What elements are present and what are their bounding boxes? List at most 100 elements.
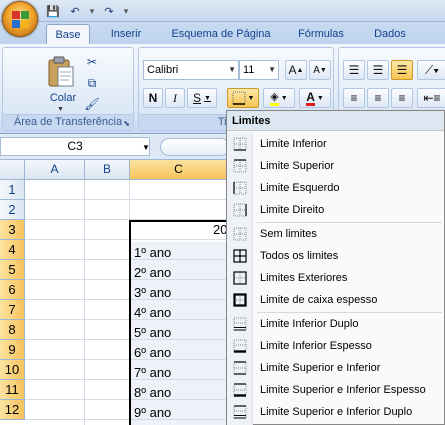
align-bottom-icon[interactable]: ☰ [391,60,413,80]
border-bottom-icon [233,137,247,151]
orientation-icon[interactable]: ⟋▾ [417,60,445,80]
row-header-3[interactable]: 3 [0,220,25,240]
undo-dropdown-icon[interactable]: ▾ [88,3,96,19]
fill-color-icon[interactable]: ◈ ▼ [263,88,295,108]
tab-dados[interactable]: Dados [362,24,418,44]
align-middle-icon[interactable]: ☰ [367,60,389,80]
cell-c8[interactable]: 5º ano [134,323,171,343]
cell-c6[interactable]: 3º ano [134,283,171,303]
cell-c11[interactable]: 8º ano [134,383,171,403]
format-painter-icon[interactable]: 🖌 [83,96,101,112]
tab-formulas[interactable]: Fórmulas [290,24,352,44]
align-center-icon[interactable]: ≡ [367,88,389,108]
menu-item-limite-superior-inferior[interactable]: Limite Superior e Inferior [227,357,444,379]
no-border-icon [233,227,247,241]
paste-button[interactable]: Colar ▼ [41,54,85,116]
cut-icon[interactable]: ✂ [83,54,101,70]
font-name-value: Calibri [147,64,179,76]
menu-item-label: Limite Superior e Inferior [260,362,381,374]
paste-dropdown-icon[interactable]: ▼ [57,106,64,113]
clipboard-group: Colar ▼ ✂ ⧉ 🖌 Área de Transferência ⬊ [2,47,134,131]
menu-item-limite-superior-inferior-espesso[interactable]: Limite Superior e Inferior Espesso [227,379,444,401]
save-icon[interactable]: 💾 [44,3,62,19]
menu-item-label: Limite Inferior Espesso [260,340,372,352]
row-header-7[interactable]: 7 [0,300,25,320]
select-all-corner[interactable] [0,160,25,180]
row-header-6[interactable]: 6 [0,280,25,300]
thick-box-border-icon [233,293,247,307]
cell-c9[interactable]: 6º ano [134,343,171,363]
menu-item-limite-direito[interactable]: Limite Direito [227,199,444,221]
menu-item-label: Limite Inferior [260,138,327,150]
row-header-4[interactable]: 4 [0,240,25,260]
row-header-10[interactable]: 10 [0,360,25,380]
cell-c5[interactable]: 2º ano [134,263,171,283]
column-header-b[interactable]: B [85,160,130,180]
cell-c7[interactable]: 4º ano [134,303,171,323]
menu-item-limites-exteriores[interactable]: Limites Exteriores [227,267,444,289]
menu-item-limite-caixa-espesso[interactable]: Limite de caixa espesso [227,289,444,311]
ribbon-tabs: Base Inserir Esquema de Página Fórmulas … [0,22,445,44]
border-top-icon [233,159,247,173]
formula-bar-handle[interactable] [160,138,230,156]
italic-icon[interactable]: I [165,88,185,108]
underline-icon[interactable]: S ▼ [187,88,217,108]
tab-esquema-de-pagina[interactable]: Esquema de Página [160,24,282,44]
row-header-1[interactable]: 1 [0,180,25,200]
row-header-12[interactable]: 12 [0,400,25,420]
office-button[interactable] [2,1,38,37]
bold-icon[interactable]: N [143,88,163,108]
align-top-icon[interactable]: ☰ [343,60,365,80]
clipboard-launcher-icon[interactable]: ⬊ [123,119,130,128]
menu-item-limite-inferior-duplo[interactable]: Limite Inferior Duplo [227,313,444,335]
menu-item-limite-inferior[interactable]: Limite Inferior [227,133,444,155]
row-header-11[interactable]: 11 [0,380,25,400]
thick-bottom-border-icon [233,339,247,353]
column-header-c[interactable]: C [130,160,228,180]
tab-base[interactable]: Base [46,24,90,44]
borders-dropdown-icon[interactable]: ▼ [248,95,255,102]
font-size-dropdown-icon[interactable]: ▼ [268,61,276,79]
tab-inserir[interactable]: Inserir [100,24,152,44]
font-color-icon[interactable]: A ▼ [299,88,331,108]
border-left-icon [233,181,247,195]
top-bottom-border-icon [233,361,247,375]
all-borders-icon [233,249,247,263]
font-name-combo[interactable]: Calibri ▼ [143,60,239,80]
menu-item-limite-superior-inferior-duplo[interactable]: Limite Superior e Inferior Duplo [227,401,444,423]
redo-icon[interactable]: ↷ [100,3,118,19]
name-box-dropdown-icon[interactable]: ▼ [142,143,150,152]
menu-item-todos-os-limites[interactable]: Todos os limites [227,245,444,267]
menu-item-label: Todos os limites [260,250,339,262]
cell-c10[interactable]: 7º ano [134,363,171,383]
row-header-8[interactable]: 8 [0,320,25,340]
borders-button[interactable]: ▼ [227,88,259,108]
menu-item-label: Limite Direito [260,204,325,216]
border-right-icon [233,203,247,217]
cell-c12[interactable]: 9º ano [134,403,171,423]
row-header-9[interactable]: 9 [0,340,25,360]
align-right-icon[interactable]: ≡ [391,88,413,108]
title-bar: 💾 ↶ ▾ ↷ ▾ [0,0,445,22]
menu-item-label: Limites Exteriores [260,272,348,284]
menu-item-limite-esquerdo[interactable]: Limite Esquerdo [227,177,444,199]
column-header-a[interactable]: A [25,160,85,180]
row-header-2[interactable]: 2 [0,200,25,220]
row-header-5[interactable]: 5 [0,260,25,280]
clipboard-icon [48,56,74,87]
decrease-indent-icon[interactable]: ⇤≡ [417,88,445,108]
font-size-combo[interactable]: 11 ▼ [239,60,279,80]
menu-item-sem-limites[interactable]: Sem limites [227,223,444,245]
name-box[interactable]: C3 [0,137,150,156]
menu-item-limite-superior[interactable]: Limite Superior [227,155,444,177]
font-name-dropdown-icon[interactable]: ▼ [228,61,236,79]
align-left-icon[interactable]: ≡ [343,88,365,108]
menu-item-label: Limite de caixa espesso [260,294,378,306]
shrink-font-icon[interactable]: A ▼ [309,60,331,80]
redo-dropdown-icon[interactable]: ▾ [122,3,130,19]
menu-item-limite-inferior-espesso[interactable]: Limite Inferior Espesso [227,335,444,357]
copy-icon[interactable]: ⧉ [83,75,101,91]
cell-c4[interactable]: 1º ano [134,243,171,263]
grow-font-icon[interactable]: A ▲ [285,60,307,80]
undo-icon[interactable]: ↶ [66,3,84,19]
